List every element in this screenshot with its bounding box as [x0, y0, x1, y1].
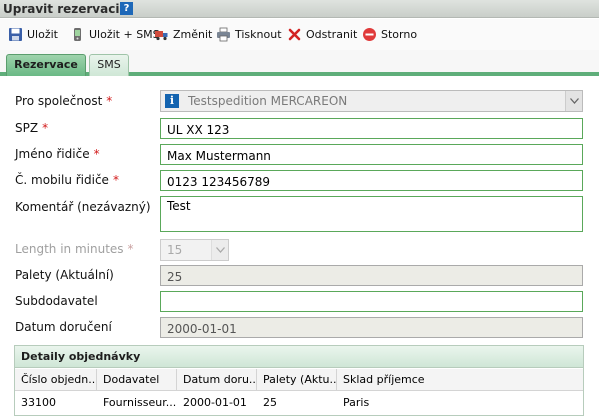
delivery-date-input	[160, 317, 583, 338]
save-sms-label: Uložit + SMS	[89, 27, 160, 41]
red-x-icon	[288, 28, 301, 40]
pallets-label: Palety (Aktuální)	[15, 268, 114, 282]
company-select[interactable]: i Testspedition MERCAREON	[160, 90, 583, 112]
cancel-label: Storno	[381, 27, 418, 41]
length-label: Length in minutes *	[15, 242, 134, 256]
tab-sms[interactable]: SMS	[89, 54, 129, 76]
change-button[interactable]: Změnit	[154, 25, 212, 43]
table-cell: Fournisseur...	[103, 396, 177, 409]
help-icon[interactable]: ?	[120, 2, 133, 15]
plate-input[interactable]	[160, 118, 583, 139]
info-icon[interactable]: i	[165, 94, 179, 108]
change-label: Změnit	[173, 27, 213, 41]
mobile-input[interactable]	[160, 170, 583, 191]
length-select[interactable]: 15	[160, 239, 229, 261]
column-header[interactable]: Dodavatel	[97, 369, 177, 391]
required-mark: *	[112, 173, 119, 187]
column-header[interactable]: Číslo objedn...	[15, 369, 97, 391]
pallets-input	[160, 265, 583, 286]
required-mark: *	[42, 121, 49, 135]
comment-textarea[interactable]: Test	[160, 196, 583, 232]
chevron-down-icon[interactable]	[565, 91, 582, 111]
subsupplier-label: Subdodavatel	[15, 294, 98, 308]
mobile-phone-icon	[74, 27, 81, 41]
comment-label: Komentář (nezávazný)	[15, 200, 151, 214]
company-value: Testspedition MERCAREON	[188, 94, 348, 108]
order-details-header: Číslo objedn... Dodavatel Datum doru... …	[15, 369, 583, 391]
plate-label: SPZ *	[15, 121, 49, 135]
print-button[interactable]: Tisknout	[216, 25, 282, 43]
table-row[interactable]: 33100 Fournisseur... 2000-01-01 25 Paris	[15, 392, 583, 414]
column-header[interactable]: Palety (Aktu...	[257, 369, 337, 391]
order-details-panel: Detaily objednávky Číslo objedn... Dodav…	[14, 345, 584, 416]
save-button[interactable]: Uložit	[8, 25, 58, 43]
subsupplier-input[interactable]	[160, 291, 583, 312]
print-label: Tisknout	[235, 27, 282, 41]
tab-rezervace[interactable]: Rezervace	[6, 54, 86, 76]
table-cell: 2000-01-01	[183, 396, 247, 409]
company-label: Pro společnost *	[15, 94, 113, 108]
window-titlebar: Upravit rezervaci ?	[0, 0, 599, 18]
delete-button[interactable]: Odstranit	[287, 25, 357, 43]
cancel-button[interactable]: Storno	[362, 25, 417, 43]
table-cell: 25	[263, 396, 277, 409]
truck-edit-icon	[155, 30, 168, 40]
required-mark: *	[93, 147, 100, 161]
printer-icon	[217, 27, 230, 41]
chevron-down-icon[interactable]	[211, 240, 228, 260]
driver-label: Jméno řidiče *	[15, 147, 100, 161]
mobile-label: Č. mobilu řidiče *	[15, 173, 119, 187]
required-mark: *	[106, 94, 113, 108]
floppy-disk-icon	[9, 27, 22, 41]
table-cell: 33100	[21, 396, 56, 409]
tab-strip: Rezervace SMS	[0, 50, 599, 76]
driver-name-input[interactable]	[160, 144, 583, 165]
required-mark: *	[127, 242, 134, 256]
save-sms-button[interactable]: Uložit + SMS	[70, 25, 160, 43]
column-header[interactable]: Datum doru...	[177, 369, 257, 391]
column-header[interactable]: Sklad příjemce	[337, 369, 583, 391]
length-value: 15	[167, 243, 183, 257]
save-label: Uložit	[27, 27, 58, 41]
order-details-title: Detaily objednávky	[15, 346, 583, 368]
delete-label: Odstranit	[306, 27, 358, 41]
table-cell: Paris	[343, 396, 370, 409]
delivery-date-label: Datum doručení	[15, 320, 112, 334]
stop-icon	[363, 27, 376, 41]
window-title: Upravit rezervaci	[3, 2, 120, 16]
toolbar: Uložit Uložit + SMS Změnit Tisknout Odst…	[0, 19, 599, 50]
